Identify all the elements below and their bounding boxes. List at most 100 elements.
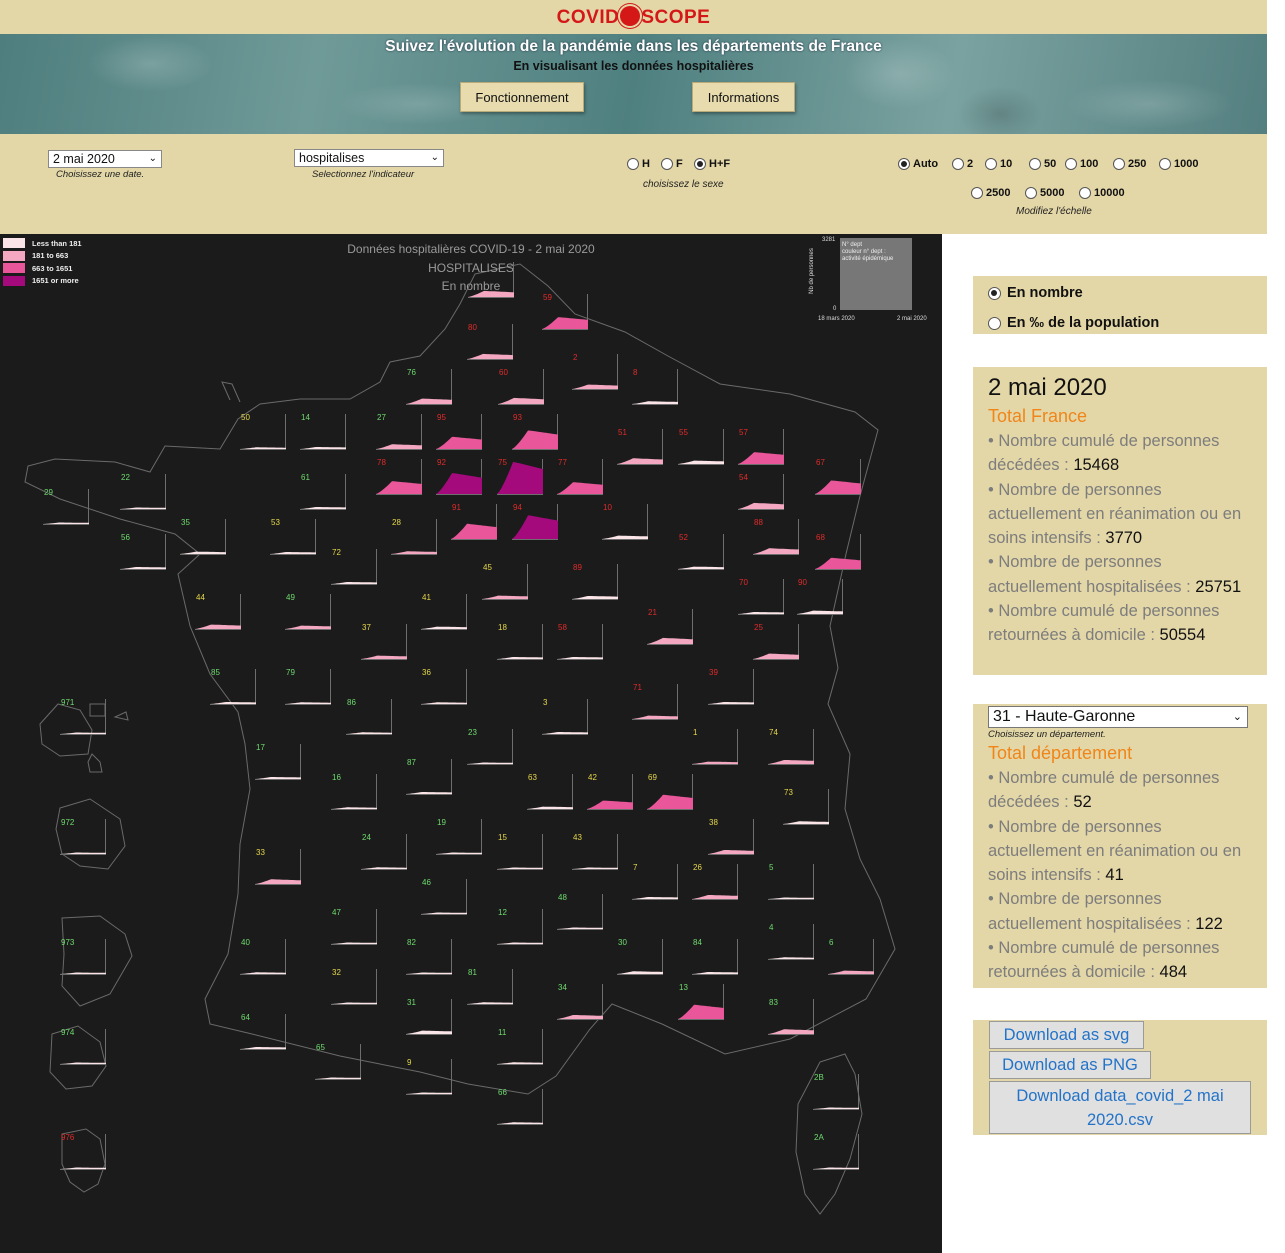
dept-chart-36[interactable]: 36 — [421, 668, 467, 705]
scale-radio-50[interactable]: 50 — [1029, 158, 1056, 170]
dept-chart-49[interactable]: 49 — [285, 593, 331, 630]
radio-circle[interactable] — [1113, 158, 1125, 170]
dept-chart-8[interactable]: 8 — [632, 368, 678, 405]
dept-chart-25[interactable]: 25 — [753, 623, 799, 660]
dept-chart-41[interactable]: 41 — [421, 593, 467, 630]
dept-chart-85[interactable]: 85 — [210, 668, 256, 705]
dept-chart-61[interactable]: 61 — [300, 473, 346, 510]
dept-chart-976[interactable]: 976 — [60, 1133, 106, 1170]
dept-chart-80[interactable]: 80 — [467, 323, 513, 360]
dept-chart-77[interactable]: 77 — [557, 458, 603, 495]
dept-chart-14[interactable]: 14 — [300, 413, 346, 450]
dept-chart-64[interactable]: 64 — [240, 1013, 286, 1050]
dept-chart-74[interactable]: 74 — [768, 728, 814, 765]
dept-chart-83[interactable]: 83 — [768, 998, 814, 1035]
dept-chart-17[interactable]: 17 — [255, 743, 301, 780]
sex-radio-h[interactable]: H — [627, 158, 650, 170]
radio-circle[interactable] — [1029, 158, 1041, 170]
dept-chart-57[interactable]: 57 — [738, 428, 784, 465]
sex-radio-hplusf[interactable]: H+F — [694, 158, 730, 170]
dept-chart-68[interactable]: 68 — [815, 533, 861, 570]
scale-radio-10000[interactable]: 10000 — [1079, 187, 1125, 199]
dept-chart-31[interactable]: 31 — [406, 998, 452, 1035]
dept-chart-18[interactable]: 18 — [497, 623, 543, 660]
date-select[interactable]: 2 mai 2020 ⌄ — [48, 150, 162, 168]
radio-circle[interactable] — [627, 158, 639, 170]
fonctionnement-button[interactable]: Fonctionnement — [460, 82, 584, 112]
radio-circle[interactable] — [1065, 158, 1077, 170]
dept-chart-78[interactable]: 78 — [376, 458, 422, 495]
dept-chart-55[interactable]: 55 — [678, 428, 724, 465]
dept-chart-56[interactable]: 56 — [120, 533, 166, 570]
dept-chart-1[interactable]: 1 — [692, 728, 738, 765]
informations-button[interactable]: Informations — [692, 82, 795, 112]
dept-chart-32[interactable]: 32 — [331, 968, 377, 1005]
dept-chart-5[interactable]: 5 — [768, 863, 814, 900]
indicator-select[interactable]: hospitalises ⌄ — [294, 149, 444, 167]
department-select[interactable]: 31 - Haute-Garonne ⌄ — [988, 706, 1248, 728]
radio-circle[interactable] — [898, 158, 910, 170]
dept-chart-92[interactable]: 92 — [436, 458, 482, 495]
dept-chart-39[interactable]: 39 — [708, 668, 754, 705]
dept-chart-10[interactable]: 10 — [602, 503, 648, 540]
units-radio-per-mille[interactable]: En ‰ de la population — [988, 315, 1159, 331]
dept-chart-89[interactable]: 89 — [572, 563, 618, 600]
dept-chart-54[interactable]: 54 — [738, 473, 784, 510]
sex-radio-f[interactable]: F — [661, 158, 683, 170]
scale-radio-100[interactable]: 100 — [1065, 158, 1098, 170]
dept-chart-973[interactable]: 973 — [60, 938, 106, 975]
dept-chart-84[interactable]: 84 — [692, 938, 738, 975]
dept-chart-58[interactable]: 58 — [557, 623, 603, 660]
dept-chart-2A[interactable]: 2A — [813, 1133, 859, 1170]
dept-chart-11[interactable]: 11 — [497, 1028, 543, 1065]
dept-chart-28[interactable]: 28 — [391, 518, 437, 555]
dept-chart-4[interactable]: 4 — [768, 923, 814, 960]
dept-chart-unlabeled[interactable] — [468, 262, 514, 298]
dept-chart-37[interactable]: 37 — [361, 623, 407, 660]
dept-chart-45[interactable]: 45 — [482, 563, 528, 600]
download-csv-button[interactable]: Download data_covid_2 mai 2020.csv — [989, 1081, 1251, 1134]
dept-chart-67[interactable]: 67 — [815, 458, 861, 495]
dept-chart-974[interactable]: 974 — [60, 1028, 106, 1065]
radio-circle[interactable] — [985, 158, 997, 170]
radio-circle[interactable] — [988, 316, 1001, 330]
dept-chart-43[interactable]: 43 — [572, 833, 618, 870]
dept-chart-2B[interactable]: 2B — [813, 1073, 859, 1110]
dept-chart-971[interactable]: 971 — [60, 698, 106, 735]
dept-chart-7[interactable]: 7 — [632, 863, 678, 900]
dept-chart-71[interactable]: 71 — [632, 683, 678, 720]
dept-chart-23[interactable]: 23 — [467, 728, 513, 765]
radio-circle[interactable] — [988, 286, 1001, 300]
dept-chart-13[interactable]: 13 — [678, 983, 724, 1020]
download-svg-button[interactable]: Download as svg — [989, 1021, 1144, 1049]
dept-chart-21[interactable]: 21 — [647, 608, 693, 645]
dept-chart-47[interactable]: 47 — [331, 908, 377, 945]
dept-chart-65[interactable]: 65 — [315, 1043, 361, 1080]
dept-chart-86[interactable]: 86 — [346, 698, 392, 735]
dept-chart-40[interactable]: 40 — [240, 938, 286, 975]
dept-chart-34[interactable]: 34 — [557, 983, 603, 1020]
dept-chart-22[interactable]: 22 — [120, 473, 166, 510]
dept-chart-66[interactable]: 66 — [497, 1088, 543, 1125]
dept-chart-87[interactable]: 87 — [406, 758, 452, 795]
dept-chart-90[interactable]: 90 — [797, 578, 843, 615]
radio-circle[interactable] — [971, 187, 983, 199]
radio-circle[interactable] — [1159, 158, 1171, 170]
dept-chart-33[interactable]: 33 — [255, 848, 301, 885]
dept-chart-12[interactable]: 12 — [497, 908, 543, 945]
france-map[interactable]: Less than 181 181 to 663 663 to 1651 1651 o… — [0, 234, 942, 1253]
download-png-button[interactable]: Download as PNG — [989, 1051, 1151, 1079]
dept-chart-79[interactable]: 79 — [285, 668, 331, 705]
dept-chart-972[interactable]: 972 — [60, 818, 106, 855]
dept-chart-19[interactable]: 19 — [436, 818, 482, 855]
dept-chart-91[interactable]: 91 — [451, 503, 497, 540]
dept-chart-46[interactable]: 46 — [421, 878, 467, 915]
dept-chart-53[interactable]: 53 — [270, 518, 316, 555]
scale-radio-2[interactable]: 2 — [952, 158, 973, 170]
dept-chart-2[interactable]: 2 — [572, 353, 618, 390]
dept-chart-63[interactable]: 63 — [527, 773, 573, 810]
radio-circle[interactable] — [952, 158, 964, 170]
dept-chart-95[interactable]: 95 — [436, 413, 482, 450]
dept-chart-73[interactable]: 73 — [783, 788, 829, 825]
radio-circle[interactable] — [1079, 187, 1091, 199]
